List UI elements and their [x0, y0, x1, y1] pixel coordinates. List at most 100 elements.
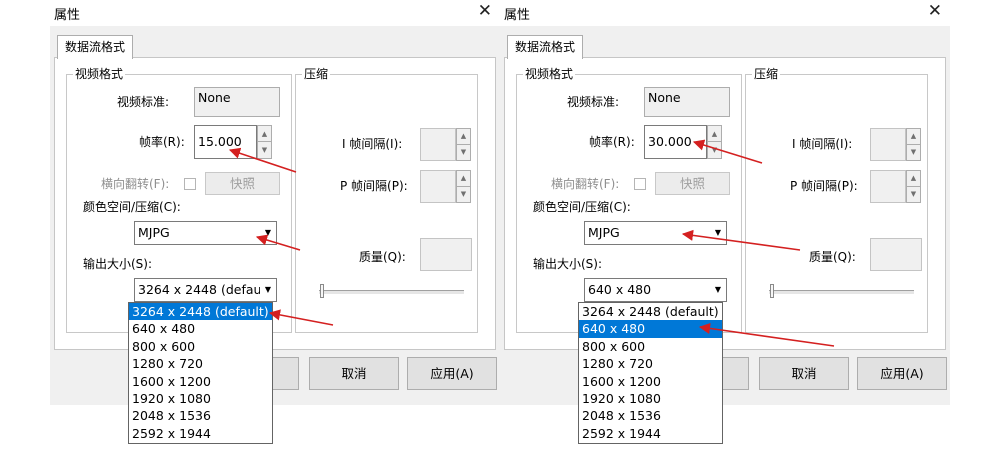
frame-rate-input[interactable]: 15.000 [194, 125, 257, 159]
video-standard-value: None [198, 90, 231, 105]
dropdown-arrow-icon[interactable]: ▼ [260, 279, 276, 301]
compression-group: 压缩 I 帧间隔(I): ▲ ▼ P 帧间隔(P): ▲ ▼ 质量(Q): [745, 67, 928, 333]
chevron-down-icon[interactable]: ▼ [708, 142, 721, 158]
chevron-down-icon[interactable]: ▼ [258, 142, 271, 158]
close-icon[interactable]: ✕ [478, 1, 492, 21]
video-format-group: 视频格式 视频标准: None 帧率(R): 15.000 ▲ ▼ 横向翻转(F… [66, 67, 292, 333]
dropdown-option[interactable]: 3264 x 2448 (default) [129, 303, 272, 321]
dropdown-option[interactable]: 800 x 600 [129, 338, 272, 355]
p-frame-interval-spinner[interactable]: ▲ ▼ [456, 170, 471, 203]
chevron-down-icon[interactable]: ▼ [907, 187, 920, 203]
color-space-combo[interactable]: MJPG ▼ [134, 221, 277, 245]
p-frame-interval-spinner[interactable]: ▲ ▼ [906, 170, 921, 203]
flip-label: 横向翻转(F): [551, 177, 620, 191]
properties-dialog-right: 属性 ✕ 数据流格式 视频格式 视频标准: None 帧率(R): 30.000… [500, 0, 950, 405]
i-frame-interval-input[interactable] [870, 128, 906, 161]
output-size-combo[interactable]: 640 x 480 ▼ [584, 278, 727, 302]
dialog-title: 属性 [54, 8, 81, 23]
flip-checkbox[interactable] [184, 178, 196, 190]
dropdown-option[interactable]: 2592 x 1944 [579, 425, 722, 442]
output-size-dropdown-list: 3264 x 2448 (default) 640 x 480 800 x 600 1… [578, 302, 723, 444]
dropdown-option[interactable]: 800 x 600 [579, 338, 722, 355]
video-standard-value: None [648, 90, 681, 105]
video-format-group: 视频格式 视频标准: None 帧率(R): 30.000 ▲ ▼ 横向翻转(F… [516, 67, 742, 333]
dropdown-option[interactable]: 2048 x 1536 [129, 407, 272, 424]
tab-panel: 视频格式 视频标准: None 帧率(R): 30.000 ▲ ▼ 横向翻转(F… [504, 57, 946, 350]
compression-legend: 压缩 [302, 67, 331, 81]
quality-slider-track[interactable] [319, 290, 464, 295]
i-frame-interval-input[interactable] [420, 128, 456, 161]
dropdown-option[interactable]: 3264 x 2448 (default) [579, 303, 722, 320]
dropdown-option[interactable]: 2048 x 1536 [579, 407, 722, 424]
snapshot-button[interactable]: 快照 [205, 172, 280, 195]
tab-stream-format[interactable]: 数据流格式 [57, 35, 134, 59]
quality-label: 质量(Q): [809, 250, 856, 264]
frame-rate-spinner[interactable]: ▲ ▼ [257, 125, 272, 159]
compression-legend: 压缩 [752, 67, 781, 81]
output-size-value: 3264 x 2448 (defau [138, 282, 262, 297]
i-frame-interval-spinner[interactable]: ▲ ▼ [906, 128, 921, 161]
apply-button[interactable]: 应用(A) [857, 357, 947, 390]
output-size-dropdown-list: 3264 x 2448 (default) 640 x 480 800 x 600 1… [128, 302, 273, 444]
close-icon[interactable]: ✕ [928, 1, 942, 21]
i-frame-interval-spinner[interactable]: ▲ ▼ [456, 128, 471, 161]
video-standard-field: None [194, 87, 280, 117]
dropdown-option[interactable]: 1600 x 1200 [129, 373, 272, 390]
tab-stream-format[interactable]: 数据流格式 [507, 35, 584, 59]
p-frame-interval-input[interactable] [870, 170, 906, 203]
quality-slider-thumb[interactable] [770, 284, 774, 298]
chevron-down-icon[interactable]: ▼ [907, 145, 920, 161]
quality-input[interactable] [420, 238, 472, 271]
cancel-button[interactable]: 取消 [309, 357, 399, 390]
quality-label: 质量(Q): [359, 250, 406, 264]
chevron-down-icon[interactable]: ▼ [457, 187, 470, 203]
dropdown-option[interactable]: 1280 x 720 [129, 355, 272, 372]
dropdown-option[interactable]: 640 x 480 [129, 320, 272, 337]
dialog-body: 数据流格式 视频格式 视频标准: None 帧率(R): 15.000 ▲ ▼ … [50, 26, 500, 405]
properties-dialog-left: 属性 ✕ 数据流格式 视频格式 视频标准: None 帧率(R): 15.000… [50, 0, 500, 405]
cancel-button[interactable]: 取消 [759, 357, 849, 390]
chevron-up-icon[interactable]: ▲ [708, 126, 721, 142]
video-standard-label: 视频标准: [117, 95, 170, 109]
video-standard-label: 视频标准: [567, 95, 620, 109]
quality-input[interactable] [870, 238, 922, 271]
dropdown-arrow-icon[interactable]: ▼ [710, 222, 726, 244]
dialog-body: 数据流格式 视频格式 视频标准: None 帧率(R): 30.000 ▲ ▼ … [500, 26, 950, 405]
frame-rate-label: 帧率(R): [589, 135, 635, 149]
chevron-up-icon[interactable]: ▲ [457, 129, 470, 145]
title-bar: 属性 ✕ [50, 0, 500, 26]
dropdown-option[interactable]: 1280 x 720 [579, 355, 722, 372]
p-frame-interval-input[interactable] [420, 170, 456, 203]
title-bar: 属性 ✕ [500, 0, 950, 26]
chevron-up-icon[interactable]: ▲ [258, 126, 271, 142]
video-format-legend: 视频格式 [523, 67, 576, 81]
dropdown-option[interactable]: 1920 x 1080 [129, 390, 272, 407]
dropdown-option[interactable]: 2592 x 1944 [129, 425, 272, 442]
quality-slider-thumb[interactable] [320, 284, 324, 298]
p-frame-interval-label: P 帧间隔(P): [340, 179, 408, 193]
video-format-legend: 视频格式 [73, 67, 126, 81]
dropdown-arrow-icon[interactable]: ▼ [710, 279, 726, 301]
output-size-label: 输出大小(S): [83, 257, 153, 271]
color-space-label: 颜色空间/压缩(C): [533, 200, 631, 214]
output-size-value: 640 x 480 [588, 282, 652, 297]
dropdown-arrow-icon[interactable]: ▼ [260, 222, 276, 244]
chevron-up-icon[interactable]: ▲ [457, 171, 470, 187]
chevron-down-icon[interactable]: ▼ [457, 145, 470, 161]
chevron-up-icon[interactable]: ▲ [907, 171, 920, 187]
dropdown-option[interactable]: 1600 x 1200 [579, 373, 722, 390]
color-space-label: 颜色空间/压缩(C): [83, 200, 181, 214]
color-space-combo[interactable]: MJPG ▼ [584, 221, 727, 245]
frame-rate-input[interactable]: 30.000 [644, 125, 707, 159]
apply-button[interactable]: 应用(A) [407, 357, 497, 390]
frame-rate-spinner[interactable]: ▲ ▼ [707, 125, 722, 159]
output-size-combo[interactable]: 3264 x 2448 (defau ▼ [134, 278, 277, 302]
color-space-value: MJPG [138, 225, 170, 240]
quality-slider-track[interactable] [769, 290, 914, 295]
flip-checkbox[interactable] [634, 178, 646, 190]
dropdown-option[interactable]: 1920 x 1080 [579, 390, 722, 407]
dropdown-option[interactable]: 640 x 480 [579, 320, 722, 338]
snapshot-button[interactable]: 快照 [655, 172, 730, 195]
flip-label: 横向翻转(F): [101, 177, 170, 191]
chevron-up-icon[interactable]: ▲ [907, 129, 920, 145]
